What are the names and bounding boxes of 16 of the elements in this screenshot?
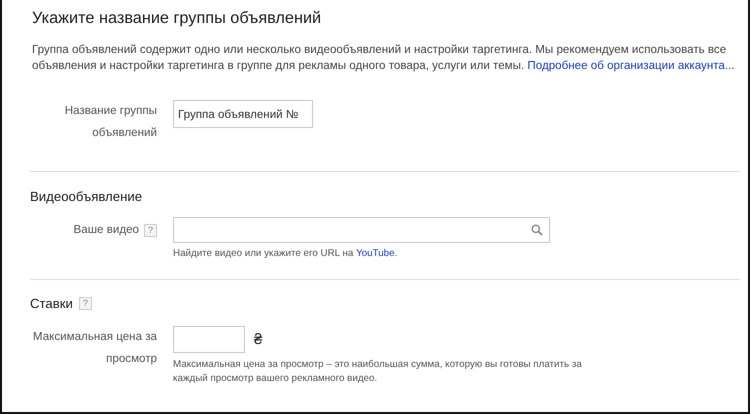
section-heading: Ставки	[30, 296, 73, 311]
hint-text: Найдите видео или укажите его URL на YouTube.	[173, 247, 398, 261]
field-label: Максимальная цена за просмотр	[32, 329, 157, 367]
currency-symbol: ₴	[254, 331, 262, 348]
video-search-field[interactable]	[173, 217, 550, 243]
page-title: Укажите название группы объявлений	[31, 8, 322, 28]
youtube-link[interactable]: YouTube	[356, 248, 395, 259]
field-label: Название группы объявлений	[64, 103, 157, 141]
learn-more-link[interactable]: Подробнее об организации аккаунта...	[527, 59, 735, 72]
price-input-field[interactable]	[173, 326, 245, 353]
search-icon[interactable]	[531, 224, 543, 236]
name-input-field[interactable]: Группа объявлений №	[173, 100, 313, 128]
hint-text: Максимальная цена за просмотр – это наибольшая сумма, которую вы готовы платить за каждый просмотр вашего рекламного видео.	[173, 358, 583, 386]
section-heading: Видеообъявление	[30, 189, 144, 204]
description-text: Группа объявлений содержит одно или несколько видеообъявлений и настройки таргетинга. Мы рекомендуем использовать все объявления и настройки таргетинга в группе для рекламы одного товара, услуги или темы. Подробнее об организации аккаунта...	[32, 42, 736, 74]
field-label: Ваше видео	[74, 222, 139, 238]
